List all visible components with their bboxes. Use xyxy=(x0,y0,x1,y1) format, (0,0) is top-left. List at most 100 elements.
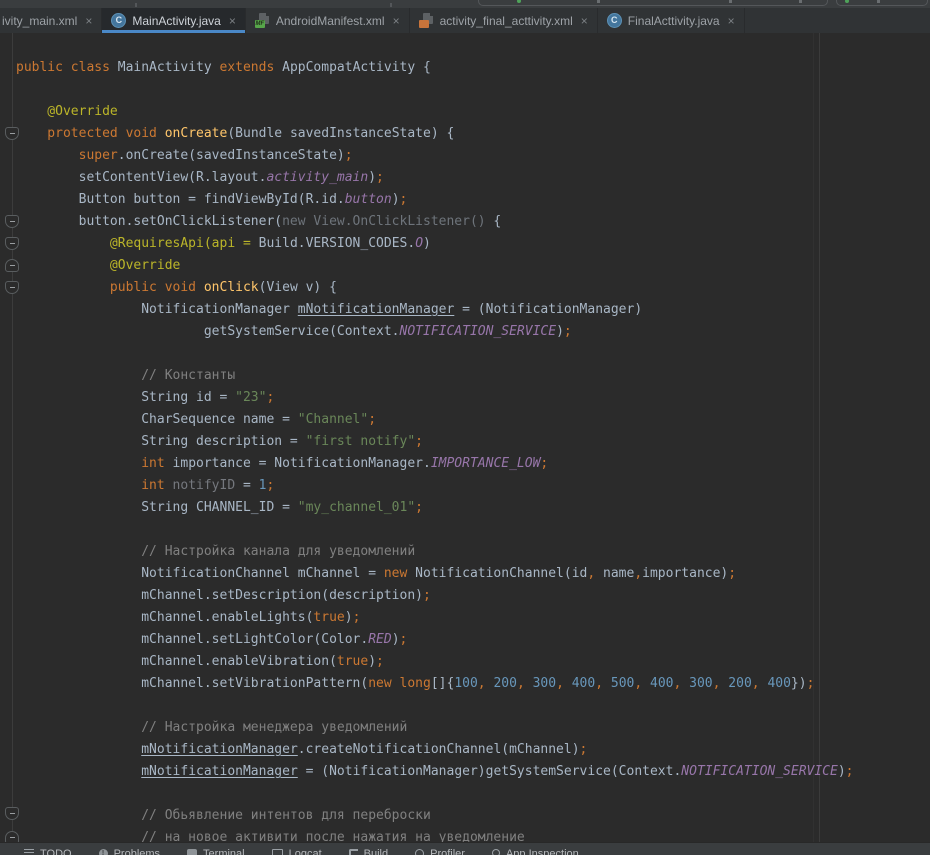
code-line[interactable]: @Override xyxy=(16,101,930,123)
code-token: , xyxy=(713,676,729,691)
close-icon[interactable]: × xyxy=(393,14,400,28)
code-line[interactable] xyxy=(16,783,930,805)
tab-label: FinalActtivity.java xyxy=(628,14,720,28)
code-token: public void xyxy=(16,280,204,295)
code-token: 200 xyxy=(728,676,751,691)
code-line[interactable]: NotificationChannel mChannel = new Notif… xyxy=(16,563,930,585)
code-token: mChannel.setLightColor(Color. xyxy=(16,632,368,647)
code-line[interactable]: String CHANNEL_ID = "my_channel_01"; xyxy=(16,497,930,519)
code-token: 200 xyxy=(493,676,516,691)
widget-tick xyxy=(597,0,600,3)
code-token: ) xyxy=(392,632,400,647)
code-line[interactable]: NotificationManager mNotificationManager… xyxy=(16,299,930,321)
widget-tick xyxy=(729,0,732,3)
code-line[interactable]: mChannel.setVibrationPattern(new long[]{… xyxy=(16,673,930,695)
statusbar-item-problems[interactable]: !Problems xyxy=(99,848,160,855)
code-line[interactable]: CharSequence name = "Channel"; xyxy=(16,409,930,431)
code-line[interactable]: int importance = NotificationManager.IMP… xyxy=(16,453,930,475)
code-token: "23" xyxy=(235,390,266,405)
code-token: ; xyxy=(415,500,423,515)
code-token: "first notify" xyxy=(306,434,416,449)
code-editor[interactable]: public class MainActivity extends AppCom… xyxy=(0,33,930,842)
code-line[interactable]: protected void onCreate(Bundle savedInst… xyxy=(16,123,930,145)
tab-activity-final-acttivity-xml[interactable]: activity_final_acttivity.xml× xyxy=(410,8,598,33)
code-token: O xyxy=(415,236,423,251)
code-line[interactable]: Button button = findViewById(R.id.button… xyxy=(16,189,930,211)
code-line[interactable]: String description = "first notify"; xyxy=(16,431,930,453)
code-token: 100 xyxy=(454,676,477,691)
code-token: int xyxy=(16,478,173,493)
statusbar-item-todo[interactable]: TODO xyxy=(24,848,72,855)
code-token: new xyxy=(368,676,391,691)
statusbar-item-terminal[interactable]: Terminal xyxy=(187,848,245,855)
code-token: 300 xyxy=(689,676,712,691)
code-token: ; xyxy=(266,390,274,405)
code-line[interactable]: mNotificationManager.createNotificationC… xyxy=(16,739,930,761)
code-token: String description = xyxy=(16,434,306,449)
device-widget[interactable] xyxy=(836,0,928,6)
code-line[interactable]: mNotificationManager = (NotificationMana… xyxy=(16,761,930,783)
manifest-file-icon: MF xyxy=(255,13,270,28)
code-token: NotificationChannel mChannel = xyxy=(16,566,384,581)
close-icon[interactable]: × xyxy=(229,14,236,28)
run-configuration-widget[interactable] xyxy=(478,0,828,6)
code-token: new xyxy=(384,566,407,581)
code-token: ) xyxy=(556,324,564,339)
statusbar-item-profiler[interactable]: Profiler xyxy=(415,848,465,855)
statusbar-item-logcat[interactable]: Logcat xyxy=(272,848,322,855)
code-line[interactable]: getSystemService(Context.NOTIFICATION_SE… xyxy=(16,321,930,343)
device-status-dot xyxy=(845,0,849,3)
code-line[interactable]: mChannel.setDescription(description); xyxy=(16,585,930,607)
tab-mainactivity-java[interactable]: CMainActivity.java× xyxy=(102,8,246,33)
code-line[interactable]: @RequiresApi(api = Build.VERSION_CODES.O… xyxy=(16,233,930,255)
code-line[interactable]: mChannel.setLightColor(Color.RED); xyxy=(16,629,930,651)
code-token: , xyxy=(634,676,650,691)
tab-androidmanifest-xml[interactable]: MFAndroidManifest.xml× xyxy=(246,8,410,33)
code-token: ; xyxy=(564,324,572,339)
tab-finalacttivity-java[interactable]: CFinalActtivity.java× xyxy=(598,8,745,33)
code-line[interactable]: button.setOnClickListener(new View.OnCli… xyxy=(16,211,930,233)
code-line[interactable]: public void onClick(View v) { xyxy=(16,277,930,299)
tab-ivity-main-xml[interactable]: ivity_main.xml × xyxy=(0,8,102,33)
code-line[interactable]: public class MainActivity extends AppCom… xyxy=(16,57,930,79)
code-line[interactable] xyxy=(16,695,930,717)
code-line[interactable]: // Обьявление интентов для переброски xyxy=(16,805,930,827)
code-line[interactable]: super.onCreate(savedInstanceState); xyxy=(16,145,930,167)
code-line[interactable]: @Override xyxy=(16,255,930,277)
code-token: int xyxy=(16,456,173,471)
fold-marker-up[interactable] xyxy=(5,831,19,842)
code-token: CharSequence name = xyxy=(16,412,298,427)
code-token: , xyxy=(595,676,611,691)
code-line[interactable]: // Настройка менеджера уведомлений xyxy=(16,717,930,739)
code-line[interactable]: setContentView(R.layout.activity_main); xyxy=(16,167,930,189)
code-line[interactable]: // на новое активити после нажатия на ув… xyxy=(16,827,930,842)
code-token: extends xyxy=(220,60,283,75)
code-line[interactable]: mChannel.enableVibration(true); xyxy=(16,651,930,673)
close-icon[interactable]: × xyxy=(85,14,92,28)
statusbar-item-label: Profiler xyxy=(430,848,465,855)
code-token: ; xyxy=(266,478,274,493)
statusbar-item-build[interactable]: Build xyxy=(349,848,388,855)
code-line[interactable]: // Настройка канала для уведомлений xyxy=(16,541,930,563)
code-line[interactable]: mChannel.enableLights(true); xyxy=(16,607,930,629)
code-token: ; xyxy=(415,434,423,449)
status-bar: TODO !Problems Terminal Logcat Build Profiler… xyxy=(0,842,930,855)
code-line[interactable]: int notifyID = 1; xyxy=(16,475,930,497)
code-area[interactable]: public class MainActivity extends AppCom… xyxy=(16,57,930,842)
close-icon[interactable]: × xyxy=(728,14,735,28)
code-line[interactable] xyxy=(16,79,930,101)
statusbar-item-app-inspection[interactable]: App Inspection xyxy=(492,848,579,855)
fold-marker-up[interactable] xyxy=(5,259,19,272)
code-line[interactable]: String id = "23"; xyxy=(16,387,930,409)
code-token: = (NotificationManager)getSystemService(… xyxy=(298,764,682,779)
code-token: MainActivity xyxy=(118,60,220,75)
code-line[interactable] xyxy=(16,343,930,365)
code-line[interactable]: // Константы xyxy=(16,365,930,387)
code-token: AppCompatActivity { xyxy=(282,60,431,75)
tab-label: ivity_main.xml xyxy=(2,14,77,28)
inspection-icon xyxy=(492,849,500,855)
close-icon[interactable]: × xyxy=(581,14,588,28)
code-token: "my_channel_01" xyxy=(298,500,415,515)
code-line[interactable] xyxy=(16,519,930,541)
code-token: // Обьявление интентов для переброски xyxy=(16,808,431,823)
